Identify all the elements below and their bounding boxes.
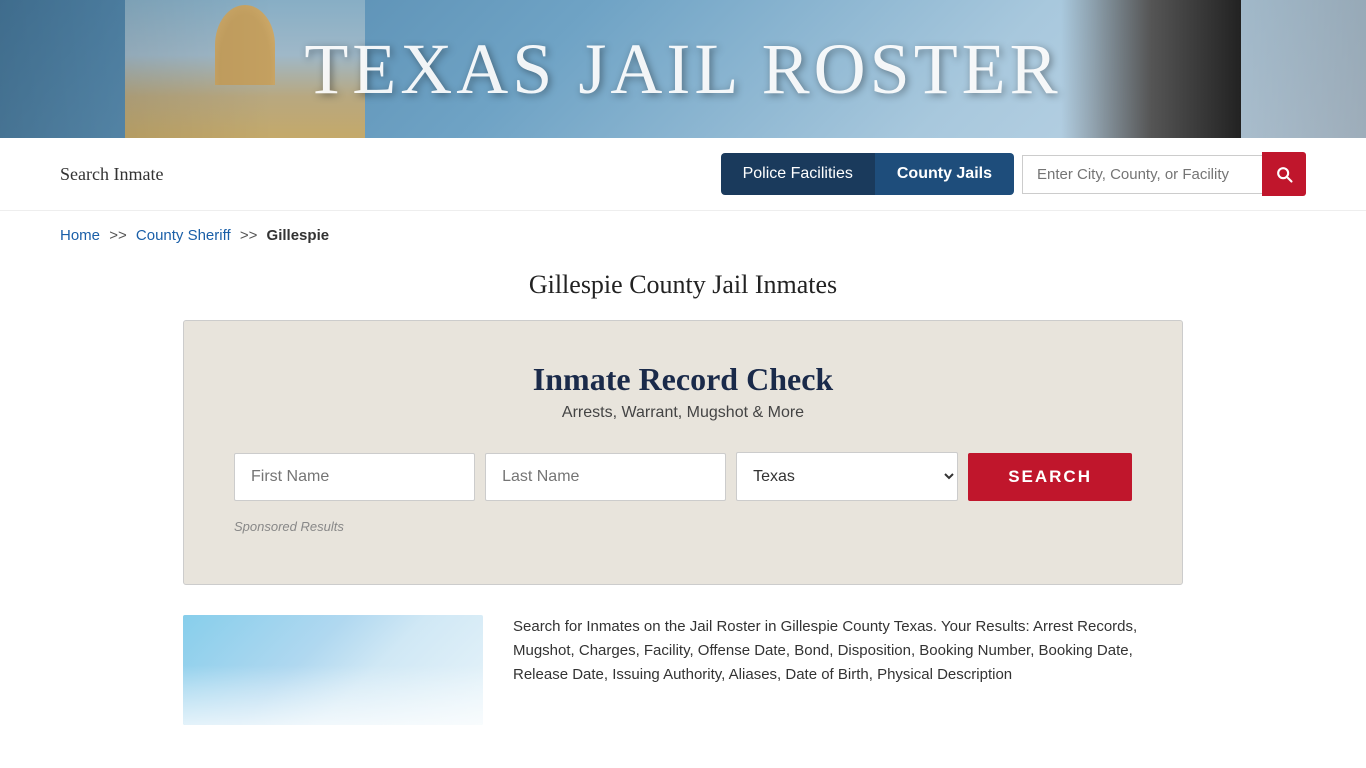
record-check-box: Inmate Record Check Arrests, Warrant, Mu… [183,320,1183,585]
breadcrumb-home[interactable]: Home [60,227,100,244]
first-name-input[interactable] [234,453,475,501]
county-jails-button[interactable]: County Jails [875,153,1014,195]
state-select[interactable]: AlabamaAlaskaArizonaArkansasCaliforniaCo… [736,452,958,501]
record-check-title: Inmate Record Check [234,361,1132,398]
breadcrumb-sep-2: >> [240,227,258,244]
bottom-image [183,615,483,725]
nav-search-inmate-label: Search Inmate [60,164,163,185]
cloud-overlay [183,665,483,725]
main-container: Gillespie County Jail Inmates Inmate Rec… [123,270,1243,725]
breadcrumb: Home >> County Sheriff >> Gillespie [0,211,1366,260]
last-name-input[interactable] [485,453,726,501]
record-search-button[interactable]: SEARCH [968,453,1132,501]
breadcrumb-county-sheriff[interactable]: County Sheriff [136,227,231,244]
nav-search-group [1022,152,1306,196]
site-title: Texas Jail Roster [304,28,1061,111]
keys-image [1061,0,1241,138]
record-check-form: AlabamaAlaskaArizonaArkansasCaliforniaCo… [234,452,1132,501]
sponsored-label: Sponsored Results [234,519,1132,534]
bottom-section: Search for Inmates on the Jail Roster in… [183,615,1183,725]
nav-search-input[interactable] [1022,155,1262,194]
breadcrumb-current: Gillespie [267,227,330,244]
nav-bar: Search Inmate Police Facilities County J… [0,138,1366,211]
search-icon [1274,164,1294,184]
breadcrumb-sep-1: >> [109,227,127,244]
record-check-subtitle: Arrests, Warrant, Mugshot & More [234,404,1132,422]
police-facilities-button[interactable]: Police Facilities [721,153,875,195]
page-title: Gillespie County Jail Inmates [183,270,1183,300]
nav-search-button[interactable] [1262,152,1306,196]
header-banner: Texas Jail Roster [0,0,1366,138]
nav-right-group: Police Facilities County Jails [721,152,1306,196]
bottom-description: Search for Inmates on the Jail Roster in… [513,615,1183,687]
